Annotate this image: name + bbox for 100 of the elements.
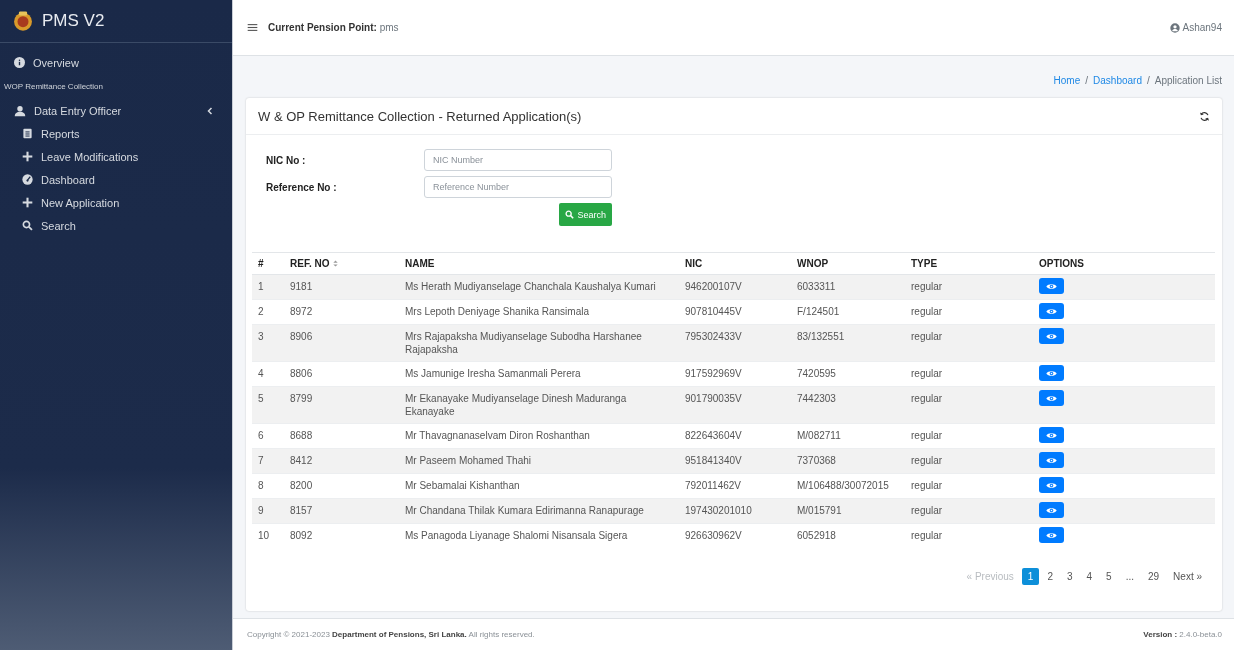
- column-header: NIC: [685, 257, 703, 270]
- page-link[interactable]: 3: [1060, 568, 1079, 585]
- sidebar-item[interactable]: Leave Modifications: [0, 145, 232, 168]
- table-cell: regular: [911, 331, 943, 342]
- column-header: TYPE: [911, 257, 938, 270]
- table-cell: 7442303: [797, 393, 836, 404]
- view-button[interactable]: [1039, 427, 1064, 443]
- view-button[interactable]: [1039, 502, 1064, 518]
- table-cell: M/015791: [797, 505, 842, 516]
- breadcrumb-item[interactable]: Home: [1053, 75, 1081, 86]
- chevron-left-icon: [206, 106, 214, 115]
- table-cell: 1: [258, 281, 264, 292]
- search-icon: [22, 220, 33, 231]
- table-cell: 8: [258, 480, 264, 491]
- column-header: #: [258, 257, 264, 270]
- table-cell: 917592969V: [685, 368, 742, 379]
- user-circle-icon: [1169, 22, 1180, 33]
- pagination-link[interactable]: Next »: [1167, 568, 1208, 585]
- table-cell: 197430201010: [685, 505, 752, 516]
- plus-icon: [22, 151, 33, 162]
- search-icon: [565, 210, 575, 219]
- input-field[interactable]: NIC Number: [424, 149, 612, 171]
- sidebar-item[interactable]: Search: [0, 214, 232, 237]
- table-cell: 83/132551: [797, 331, 845, 342]
- table-cell: 7420595: [797, 368, 836, 379]
- table-cell: 951841340V: [685, 455, 742, 466]
- document-icon: [22, 128, 33, 139]
- version-text: Version : 2.4.0-beta.0: [1143, 630, 1222, 639]
- table-cell: Mr Chandana Thilak Kumara Edirimanna Ranapurage: [405, 505, 644, 516]
- table-cell: 9181: [290, 281, 313, 292]
- table-cell: regular: [911, 505, 943, 516]
- table-cell: regular: [911, 393, 943, 404]
- field-label: Reference No :: [266, 181, 338, 193]
- table-cell: 8157: [290, 505, 313, 516]
- view-button[interactable]: [1039, 278, 1064, 294]
- table-cell: Ms Panagoda Liyanage Shalomi Nisansala Sigera: [405, 530, 628, 541]
- breadcrumb-item[interactable]: Dashboard: [1093, 75, 1142, 86]
- input-field[interactable]: Reference Number: [424, 176, 612, 198]
- page-link[interactable]: 5: [1100, 568, 1118, 585]
- table-cell: 907810445V: [685, 306, 742, 317]
- sidebar-item[interactable]: Reports: [0, 122, 232, 145]
- page-link[interactable]: 29: [1141, 568, 1166, 585]
- sidebar-item[interactable]: Dashboard: [0, 168, 232, 191]
- table-cell: 901790035V: [685, 393, 742, 404]
- table-cell: Mr Paseem Mohamed Thahi: [405, 455, 531, 466]
- table-cell: 946200107V: [685, 281, 742, 292]
- table-cell: 926630962V: [685, 530, 742, 541]
- table-cell: 822643604V: [685, 430, 742, 441]
- table-cell: 8092: [290, 530, 313, 541]
- column-header[interactable]: REF. NO: [290, 257, 330, 270]
- pension-point-label: Current Pension Point: pms: [268, 22, 399, 33]
- table-cell: 8200: [290, 480, 313, 491]
- breadcrumb-separator: /: [1085, 75, 1089, 86]
- table-cell: 8806: [290, 368, 313, 379]
- table-cell: M/106488/30072015: [797, 480, 889, 491]
- view-button[interactable]: [1039, 303, 1064, 319]
- user-icon: [14, 104, 26, 117]
- page-link[interactable]: 4: [1080, 568, 1099, 585]
- table-cell: Mr Ekanayake Mudiyanselage Dinesh Maduranga Ekanayake: [405, 393, 627, 417]
- table-cell: 8412: [290, 455, 313, 466]
- table-cell: 10: [258, 530, 270, 541]
- table-cell: regular: [911, 530, 943, 541]
- app-title: PMS V2: [42, 11, 105, 31]
- table-cell: 795302433V: [685, 331, 742, 342]
- table-cell: 5: [258, 393, 264, 404]
- view-button[interactable]: [1039, 452, 1064, 468]
- view-button[interactable]: [1039, 365, 1064, 381]
- user-name[interactable]: Ashan94: [1182, 22, 1222, 33]
- view-button[interactable]: [1039, 477, 1064, 493]
- table-cell: M/082711: [797, 430, 841, 441]
- field-label: NIC No :: [266, 154, 307, 166]
- table-cell: Mr Thavagnanaselvam Diron Roshanthan: [405, 430, 590, 441]
- sidebar-item[interactable]: Overview: [0, 51, 232, 74]
- table-cell: Ms Herath Mudiyanselage Chanchala Kaushalya Kumari: [405, 281, 656, 292]
- page-link[interactable]: 1: [1021, 568, 1040, 585]
- view-button[interactable]: [1039, 390, 1064, 406]
- table-cell: regular: [911, 306, 943, 317]
- sidebar-item[interactable]: New Application: [0, 191, 232, 214]
- refresh-icon[interactable]: [1199, 110, 1210, 122]
- view-button[interactable]: [1039, 527, 1064, 543]
- table-cell: regular: [911, 455, 943, 466]
- page-link[interactable]: 2: [1041, 568, 1059, 585]
- sidebar-item[interactable]: Data Entry Officer: [0, 99, 232, 122]
- table-cell: Ms Jamunige Iresha Samanmali Perera: [405, 368, 581, 379]
- table-cell: regular: [911, 368, 943, 379]
- table-cell: 8688: [290, 430, 313, 441]
- column-header: NAME: [405, 257, 435, 270]
- table-cell: 3: [258, 331, 264, 342]
- view-button[interactable]: [1039, 328, 1064, 344]
- menu-icon[interactable]: [247, 22, 258, 33]
- emblem-icon: [12, 10, 34, 32]
- table-cell: 7370368: [797, 455, 836, 466]
- table-cell: regular: [911, 480, 943, 491]
- table-cell: 6033311: [797, 281, 836, 292]
- menu-section-header: WOP Remittance Collection: [3, 81, 104, 93]
- table-cell: 7: [258, 455, 264, 466]
- gauge-icon: [22, 174, 33, 185]
- breadcrumb-separator: /: [1146, 75, 1150, 86]
- table-cell: 4: [258, 368, 264, 379]
- column-header: OPTIONS: [1039, 257, 1084, 270]
